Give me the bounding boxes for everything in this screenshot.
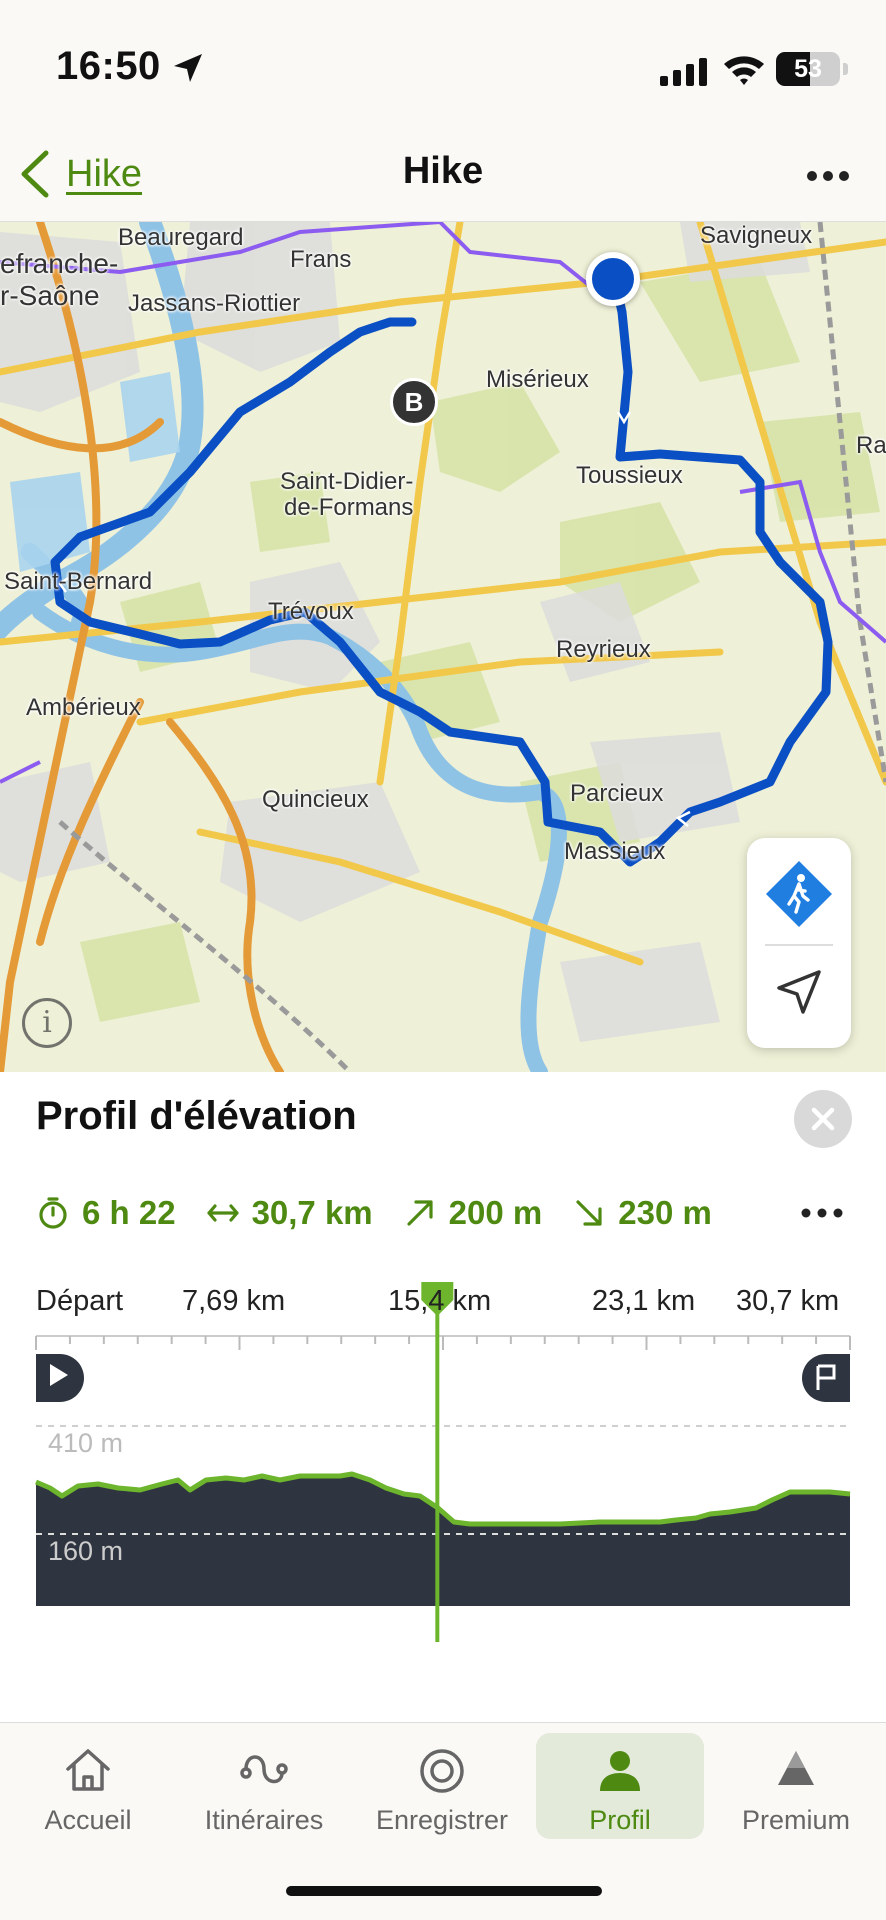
record-icon [420,1749,464,1793]
locate-me-icon[interactable] [773,966,825,1018]
map-place-label: efranche- [0,248,119,279]
distance-tick-label: 7,69 km [182,1285,286,1317]
stats-more-icon[interactable] [800,1198,844,1228]
sheet-title: Profil d'élévation [36,1094,357,1138]
hiking-mode-icon[interactable] [763,858,835,930]
distance-tick-label: 30,7 km [736,1285,840,1317]
map-place-label: Jassans-Riottier [128,290,301,317]
tab-label: Profil [589,1805,651,1835]
tab-itineraires[interactable]: Itinéraires [180,1733,348,1839]
map-place-label: Massieux [564,838,666,865]
distance-stat: 30,7 km [206,1194,373,1232]
tab-profil[interactable]: Profil [536,1733,704,1839]
tab-label: Enregistrer [375,1805,509,1835]
descent-stat: 230 m [572,1194,712,1232]
map-info-button[interactable]: i [22,998,72,1048]
cellular-signal-icon [660,58,707,86]
tab-premium[interactable]: Premium [712,1733,880,1839]
info-icon: i [42,1005,52,1040]
map-place-label: Misérieux [486,366,589,393]
duration-value: 6 h 22 [82,1194,176,1231]
map-place-label: Trévoux [268,598,354,625]
distance-tick-label: 23,1 km [592,1285,696,1317]
battery-cap [843,63,848,75]
distance-arrows-icon [206,1204,239,1222]
route-stats: 6 h 22 30,7 km 200 m 230 m [36,1188,742,1238]
elevation-label-bottom: 160 m [48,1536,123,1566]
battery-level: 53 [794,55,822,83]
distance-axis-ticks [35,1336,851,1350]
route-map[interactable]: Beauregard Savigneux efranche- r-Saône F… [0,222,886,1072]
distance-tick-labels: Départ 7,69 km 15,4 km 23,1 km 30,7 km [0,1285,886,1335]
controls-divider [765,944,833,946]
premium-icon [778,1751,814,1785]
home-indicator [286,1886,602,1896]
ascent-value: 200 m [448,1194,543,1231]
start-flag-icon [36,1354,84,1402]
status-time: 16:50 [56,44,161,88]
map-place-label: r-Saône [0,280,100,311]
page-title: Hike [402,150,484,192]
descent-arrow-icon [576,1200,602,1226]
waypoint-b-marker[interactable]: B [390,378,438,426]
map-place-label: Quincieux [262,786,369,813]
tab-label: Itinéraires [204,1805,324,1835]
elevation-label-top: 410 m [48,1428,123,1458]
distance-tick-label: Départ [36,1285,124,1317]
map-place-label: Toussieux [576,462,683,489]
profile-icon [600,1751,640,1791]
route-icon [240,1755,288,1784]
close-icon [811,1107,835,1131]
distance-tick-label: 15,4 km [388,1285,492,1317]
close-button[interactable] [794,1090,852,1148]
status-bar: 16:50 53 [0,0,886,130]
map-place-label: Saint-Bernard [4,568,153,595]
stopwatch-icon [39,1197,67,1229]
map-controls-panel [747,838,851,1048]
map-place-label: Ambérieux [26,694,141,721]
navigation-bar: Hike Hike [0,130,886,222]
tab-label: Premium [741,1805,850,1835]
tab-enregistrer[interactable]: Enregistrer [358,1733,526,1839]
map-place-label: Savigneux [700,222,813,249]
location-arrow-icon [174,54,202,82]
waypoint-b-label: B [404,387,424,417]
map-place-label: Frans [290,246,352,273]
elevation-area [36,1474,850,1606]
map-place-label: Saint-Didier- [280,468,414,495]
ascent-stat: 200 m [403,1194,543,1232]
more-options-icon[interactable] [806,158,850,194]
wifi-icon [724,56,764,85]
map-place-label: de-Formans [284,494,414,521]
home-icon [66,1749,110,1791]
ascent-arrow-icon [407,1200,433,1226]
tab-accueil[interactable]: Accueil [4,1733,172,1839]
distance-value: 30,7 km [251,1194,373,1231]
route-start-marker[interactable] [586,252,640,306]
map-place-label: Parcieux [570,780,664,807]
duration-stat: 6 h 22 [36,1194,176,1232]
map-place-label: Beauregard [118,224,244,251]
map-place-label: Reyrieux [556,636,651,663]
tab-label: Accueil [44,1805,132,1835]
finish-flag-icon [802,1354,850,1402]
descent-value: 230 m [618,1194,712,1231]
battery-icon: 53 [776,52,840,86]
map-place-label: Ra [856,432,886,459]
